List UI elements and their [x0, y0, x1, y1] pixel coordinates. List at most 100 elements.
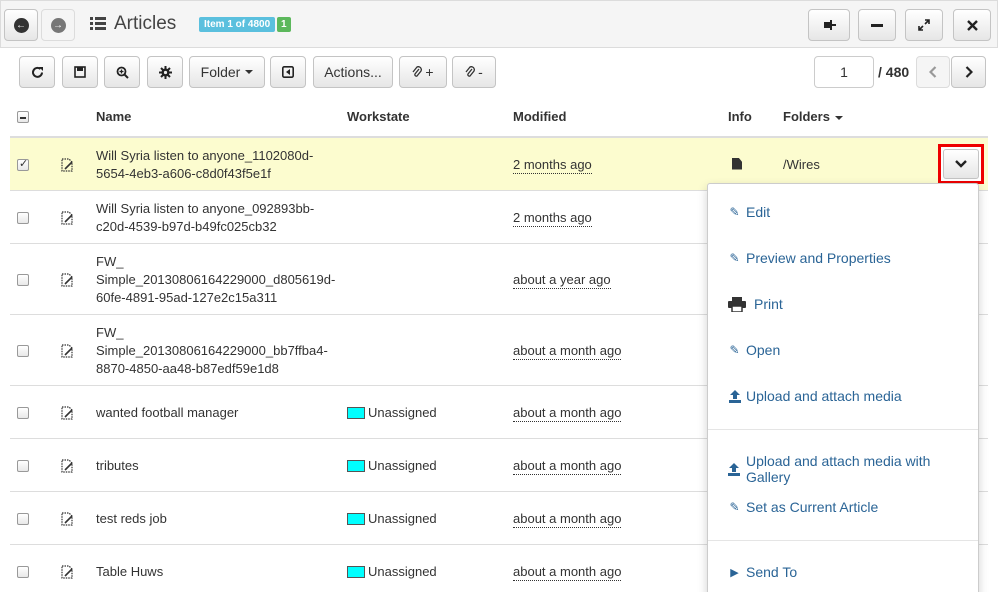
maximize-button[interactable]	[905, 9, 943, 41]
workstate-label: Unassigned	[368, 404, 437, 420]
row-modified: about a month ago	[513, 404, 622, 422]
article-edit-icon	[61, 210, 73, 225]
column-header-modified[interactable]: Modified	[513, 109, 566, 124]
chevron-right-icon	[965, 66, 973, 78]
menu-item-preview-properties[interactable]: ✎ Preview and Properties	[728, 250, 891, 266]
menu-item-set-current-article[interactable]: ✎ Set as Current Article	[728, 499, 878, 515]
menu-item-open[interactable]: ✎ Open	[728, 342, 780, 358]
row-checkbox[interactable]	[17, 459, 29, 472]
edit-icon: ✎	[729, 500, 740, 514]
row-checkbox[interactable]	[17, 157, 29, 171]
print-icon	[728, 296, 746, 312]
collapse-panel-button[interactable]	[270, 56, 306, 88]
menu-item-label: Edit	[746, 204, 771, 220]
zoom-in-icon	[116, 66, 129, 79]
menu-item-label: Set as Current Article	[746, 499, 879, 515]
workstate-color-swatch	[347, 459, 365, 472]
edit-icon: ✎	[729, 251, 740, 265]
selected-count-badge: 1	[277, 17, 291, 32]
row-folder: /Wires	[783, 156, 820, 172]
refresh-icon	[31, 66, 43, 78]
article-edit-icon	[61, 564, 73, 579]
save-button[interactable]	[62, 56, 98, 88]
edit-icon: ✎	[729, 205, 740, 219]
arrow-left-circle-icon: ←	[13, 17, 29, 33]
row-actions-toggle-button[interactable]	[943, 149, 979, 179]
row-actions-toggle-highlight	[938, 144, 984, 184]
attach-remove-button[interactable]: -	[452, 56, 496, 88]
row-name[interactable]: test reds job	[96, 510, 336, 528]
row-workstate: Unassigned	[347, 563, 437, 581]
row-name[interactable]: Will Syria listen to anyone_1102080d-565…	[96, 147, 336, 183]
collapse-left-icon	[282, 66, 294, 78]
menu-item-label: Preview and Properties	[746, 250, 891, 266]
actions-button[interactable]: Actions...	[313, 56, 393, 88]
row-workstate: Unassigned	[347, 510, 437, 528]
menu-item-upload-attach-media-gallery[interactable]: Upload and attach media with Gallery	[728, 453, 978, 485]
article-edit-icon	[61, 458, 73, 473]
close-button[interactable]	[953, 9, 991, 41]
pin-icon	[824, 20, 836, 30]
row-checkbox[interactable]	[17, 406, 29, 419]
forward-button[interactable]: →	[41, 9, 75, 41]
page-number-input[interactable]: 1	[814, 56, 874, 88]
previous-page-button[interactable]	[916, 56, 950, 88]
column-header-workstate[interactable]: Workstate	[347, 109, 410, 124]
column-header-folders[interactable]: Folders	[783, 109, 843, 124]
minus-icon	[871, 24, 883, 27]
article-edit-icon	[61, 272, 73, 287]
row-name[interactable]: FW_ Simple_20130806164229000_bb7ffba4-88…	[96, 324, 336, 378]
workstate-color-swatch	[347, 565, 365, 578]
menu-item-label: Upload and attach media	[746, 388, 902, 404]
chevron-down-icon	[955, 160, 967, 168]
menu-item-send-to[interactable]: ▶ Send To	[728, 564, 797, 580]
workstate-color-swatch	[347, 512, 365, 525]
minimize-button[interactable]	[858, 9, 896, 41]
back-button[interactable]: ←	[4, 9, 38, 41]
row-modified: about a year ago	[513, 271, 611, 289]
pin-button[interactable]	[808, 9, 850, 41]
file-icon	[732, 157, 742, 170]
menu-item-edit[interactable]: ✎ Edit	[728, 204, 770, 220]
row-name[interactable]: Table Huws	[96, 563, 336, 581]
list-icon	[90, 17, 106, 31]
actions-label: Actions...	[324, 64, 382, 80]
row-modified: 2 months ago	[513, 156, 592, 174]
chevron-left-icon	[929, 66, 937, 78]
row-name[interactable]: Will Syria listen to anyone_092893bb-c20…	[96, 200, 336, 236]
row-modified: about a month ago	[513, 342, 622, 360]
attach-add-button[interactable]: +	[399, 56, 447, 88]
gear-icon	[158, 65, 172, 79]
row-checkbox[interactable]	[17, 344, 29, 357]
menu-divider	[708, 540, 978, 541]
row-checkbox[interactable]	[17, 273, 29, 286]
article-edit-icon	[61, 157, 73, 172]
row-name[interactable]: tributes	[96, 457, 336, 475]
column-header-name[interactable]: Name	[96, 109, 131, 124]
row-checkbox[interactable]	[17, 211, 29, 224]
caret-down-icon	[834, 115, 843, 120]
folder-dropdown-button[interactable]: Folder	[189, 56, 265, 88]
select-all-checkbox[interactable]	[17, 111, 29, 123]
next-page-button[interactable]	[951, 56, 986, 88]
zoom-button[interactable]	[104, 56, 140, 88]
table-header: Name Workstate Modified Info Folders	[10, 100, 988, 138]
row-checkbox[interactable]	[17, 565, 29, 578]
paperclip-icon	[412, 66, 423, 77]
settings-button[interactable]	[147, 56, 183, 88]
upload-icon	[728, 389, 741, 403]
paperclip-icon	[465, 66, 476, 77]
expand-icon	[918, 19, 930, 31]
save-icon	[74, 66, 86, 78]
caret-down-icon	[245, 70, 254, 74]
row-name[interactable]: wanted football manager	[96, 404, 336, 422]
menu-item-upload-attach-media[interactable]: Upload and attach media	[728, 388, 902, 404]
menu-item-print[interactable]: Print	[728, 296, 783, 312]
workstate-label: Unassigned	[368, 510, 437, 526]
menu-item-label: Open	[746, 342, 781, 358]
row-name[interactable]: FW_ Simple_20130806164229000_d805619d-60…	[96, 253, 336, 307]
upload-icon	[728, 462, 741, 476]
row-modified: about a month ago	[513, 457, 622, 475]
row-checkbox[interactable]	[17, 512, 29, 525]
refresh-button[interactable]	[19, 56, 55, 88]
